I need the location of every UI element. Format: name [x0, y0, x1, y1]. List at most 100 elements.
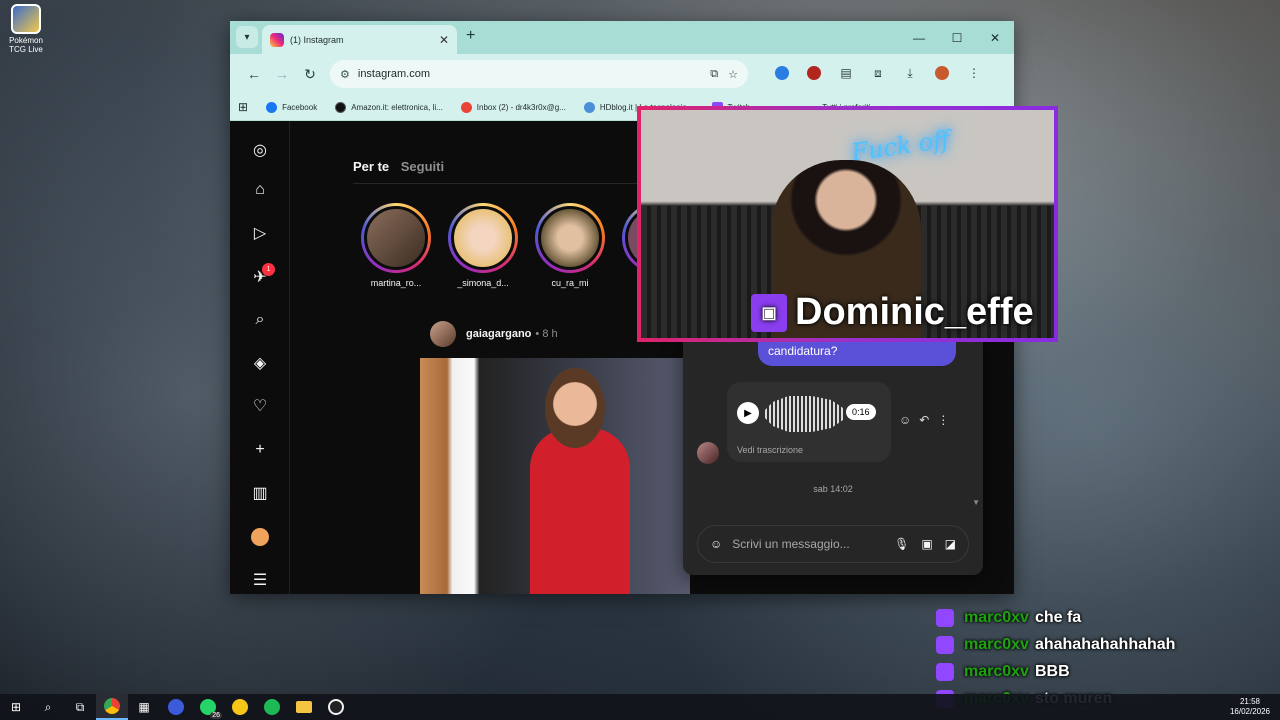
post-header: gaiagargano • 8 h — [430, 321, 558, 347]
post-image-dress — [530, 428, 630, 594]
clock-time: 21:58 — [1239, 697, 1260, 706]
voice-message: ▶ 0:16 Vedi trascrizione — [727, 382, 891, 462]
amazon-icon — [335, 101, 347, 113]
post-image[interactable] — [420, 358, 690, 594]
search-taskbar-icon[interactable]: ⌕ — [32, 694, 64, 720]
store-taskbar-icon[interactable]: ▦ — [128, 694, 160, 720]
window-controls: — ☐ ✕ — [900, 21, 1014, 54]
streamer-nameplate: ▣ Dominic_effe — [751, 291, 1034, 334]
close-tab-icon[interactable]: ✕ — [439, 33, 449, 47]
scroll-down-arrow[interactable]: ▼ — [972, 498, 980, 507]
more-menu-icon[interactable]: ☰ — [250, 570, 270, 590]
create-plus-icon[interactable]: + — [250, 440, 270, 460]
sender-avatar[interactable] — [697, 442, 719, 464]
obs-taskbar-icon[interactable] — [320, 694, 352, 720]
twitch-logo-icon: ▣ — [751, 293, 787, 332]
chat-badge-icon — [936, 635, 954, 654]
feed-tabs: Per te Seguiti — [353, 159, 444, 174]
tab-instagram[interactable]: (1) Instagram ✕ — [262, 25, 457, 54]
chat-message: marc0xv ahahahahahhahah — [936, 631, 1175, 658]
microphone-icon[interactable]: 🎙 — [894, 537, 909, 551]
tab-search-button[interactable]: ▾ — [236, 26, 258, 48]
chrome-taskbar-icon[interactable] — [96, 694, 128, 720]
file-explorer-icon[interactable] — [288, 694, 320, 720]
story-item[interactable]: _simona_d... — [448, 203, 518, 288]
site-info-icon[interactable]: ⚙ — [340, 68, 350, 81]
explore-icon[interactable]: ◈ — [250, 353, 270, 373]
bookmark-star-icon[interactable]: ☆ — [728, 68, 738, 81]
vpn-taskbar-icon[interactable] — [160, 694, 192, 720]
post-author-avatar[interactable] — [430, 321, 456, 347]
emoji-icon[interactable]: ☺ — [710, 537, 722, 551]
instagram-favicon-icon — [270, 32, 284, 47]
address-bar[interactable]: ⚙ instagram.com ⧉ ☆ — [330, 60, 748, 88]
apps-grid-icon[interactable]: ⊞ — [238, 100, 248, 114]
instagram-logo-icon[interactable]: ◎ — [250, 140, 270, 160]
story-item[interactable]: cu_ra_mi — [535, 203, 605, 288]
minimize-button[interactable]: — — [900, 21, 938, 54]
extension-clapper-icon[interactable]: ▤ — [830, 66, 862, 83]
reels-icon[interactable]: ▷ — [250, 223, 270, 243]
reload-button[interactable]: ↻ — [296, 66, 324, 83]
extensions-puzzle-icon[interactable]: ⧈ — [862, 66, 894, 83]
facebook-icon — [266, 101, 278, 113]
clock-date: 16/02/2026 — [1229, 707, 1270, 716]
install-app-icon[interactable]: ⧉ — [710, 68, 718, 81]
chat-badge-icon — [936, 608, 954, 627]
post-username[interactable]: gaiagargano — [466, 328, 531, 340]
play-icon[interactable]: ▶ — [737, 402, 759, 424]
waveform[interactable] — [765, 396, 843, 432]
whatsapp-badge: 26 — [210, 712, 222, 719]
profile-avatar[interactable] — [926, 65, 958, 83]
sticker-icon[interactable]: ◪ — [945, 537, 956, 551]
more-options-icon[interactable]: ⋮ — [937, 413, 949, 427]
chat-message: marc0xv che fa — [936, 604, 1175, 631]
start-windows-icon[interactable]: ⊞ — [0, 694, 32, 720]
bookmark-amazon[interactable]: Amazon.it: elettronica, li... — [335, 101, 443, 113]
chevron-down-icon: ▾ — [244, 31, 250, 43]
close-window-button[interactable]: ✕ — [976, 21, 1014, 54]
task-view-icon[interactable]: ⧉ — [64, 694, 96, 720]
pokemon-app-icon — [11, 4, 41, 34]
forward-button[interactable]: → — [268, 66, 296, 82]
view-transcription-link[interactable]: Vedi trascrizione — [737, 445, 803, 455]
dashboard-icon[interactable]: ▥ — [250, 483, 270, 503]
downloads-icon[interactable]: ⤓ — [894, 66, 926, 83]
extension-blue-icon[interactable] — [766, 65, 798, 83]
bookmark-facebook[interactable]: Facebook — [266, 101, 317, 113]
profile-avatar-icon[interactable] — [250, 527, 270, 547]
back-button[interactable]: ← — [240, 66, 268, 82]
tab-title: (1) Instagram — [290, 34, 344, 45]
bookmark-gmail[interactable]: Inbox (2) - dr4k3r0x@g... — [460, 101, 566, 113]
react-emoji-icon[interactable]: ☺ — [899, 413, 911, 427]
message-input[interactable]: Scrivi un messaggio... — [732, 537, 882, 551]
desktop-icon-pokemon[interactable]: Pokémon TCG Live — [4, 4, 48, 54]
voice-duration: 0:16 — [846, 404, 876, 420]
story-item[interactable]: martina_ro... — [361, 203, 431, 288]
system-clock[interactable]: 21:58 16/02/2026 — [1230, 697, 1270, 717]
tab-for-you[interactable]: Per te — [353, 159, 389, 174]
windows-taskbar: ⊞ ⌕ ⧉ ▦ 26 21:58 16/02/2026 — [0, 694, 1280, 720]
whatsapp-taskbar-icon[interactable]: 26 — [192, 694, 224, 720]
chat-badge-icon — [936, 662, 954, 681]
home-icon[interactable]: ⌂ — [250, 180, 270, 200]
search-icon[interactable]: ⌕ — [250, 310, 270, 330]
message-timestamp: sab 14:02 — [813, 484, 853, 494]
desktop-icon-label: Pokémon TCG Live — [9, 36, 43, 54]
message-composer: ☺ Scrivi un messaggio... 🎙 ▣ ◪ — [697, 525, 969, 563]
reply-icon[interactable]: ↶ — [919, 413, 929, 427]
notifications-heart-icon[interactable]: ♡ — [250, 396, 270, 416]
spotify-taskbar-icon[interactable] — [256, 694, 288, 720]
dm-chat-panel: candidatura? ▶ 0:16 Vedi trascrizione ☺ … — [683, 330, 983, 575]
chat-text: ahahahahahhahah — [1034, 635, 1176, 653]
maximize-button[interactable]: ☐ — [938, 21, 976, 54]
extension-shield-icon[interactable] — [798, 65, 830, 83]
app-yellow-taskbar-icon[interactable] — [224, 694, 256, 720]
webcam-overlay: Fuck off ▣ Dominic_effe — [637, 106, 1058, 342]
chat-username: marc0xv — [964, 635, 1029, 653]
post-image-person — [545, 368, 605, 448]
browser-menu-icon[interactable]: ⋮ — [958, 66, 990, 83]
new-tab-button[interactable]: + — [466, 27, 475, 45]
tab-following[interactable]: Seguiti — [401, 159, 444, 174]
image-icon[interactable]: ▣ — [921, 537, 932, 551]
